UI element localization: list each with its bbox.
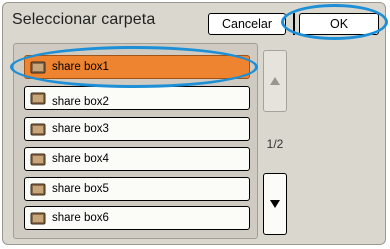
ok-button-bracket-left bbox=[293, 13, 295, 35]
folder-item-share-box3[interactable]: share box3 bbox=[24, 117, 250, 141]
folder-icon bbox=[30, 183, 46, 196]
folder-item-share-box5[interactable]: share box5 bbox=[24, 177, 250, 201]
select-folder-dialog: Seleccionar carpeta Cancelar OK share bo… bbox=[2, 2, 386, 245]
scroll-down-button[interactable] bbox=[263, 173, 287, 235]
cancel-button[interactable]: Cancelar bbox=[208, 13, 286, 35]
triangle-up-icon bbox=[270, 77, 280, 85]
folder-item-share-box1[interactable]: share box1 bbox=[24, 55, 250, 79]
folder-item-share-box2[interactable]: share box2 bbox=[24, 86, 250, 110]
scroll-up-button[interactable] bbox=[263, 50, 287, 112]
page-indicator: 1/2 bbox=[266, 137, 284, 151]
folder-icon bbox=[30, 212, 46, 225]
folder-label: share box5 bbox=[52, 183, 109, 195]
triangle-down-icon bbox=[270, 200, 280, 208]
folder-icon bbox=[30, 61, 46, 74]
folder-item-share-box4[interactable]: share box4 bbox=[24, 147, 250, 171]
folder-item-share-box6[interactable]: share box6 bbox=[24, 206, 250, 230]
folder-label: share box6 bbox=[52, 212, 109, 224]
folder-icon bbox=[30, 92, 46, 105]
folder-label: share box4 bbox=[52, 153, 109, 165]
folder-label: share box3 bbox=[52, 123, 109, 135]
ok-button[interactable]: OK bbox=[299, 13, 379, 35]
folder-label: share box2 bbox=[52, 96, 109, 108]
dialog-title: Seleccionar carpeta bbox=[12, 11, 156, 28]
folder-label: share box1 bbox=[52, 61, 109, 73]
folder-icon bbox=[30, 123, 46, 136]
folder-icon bbox=[30, 153, 46, 166]
